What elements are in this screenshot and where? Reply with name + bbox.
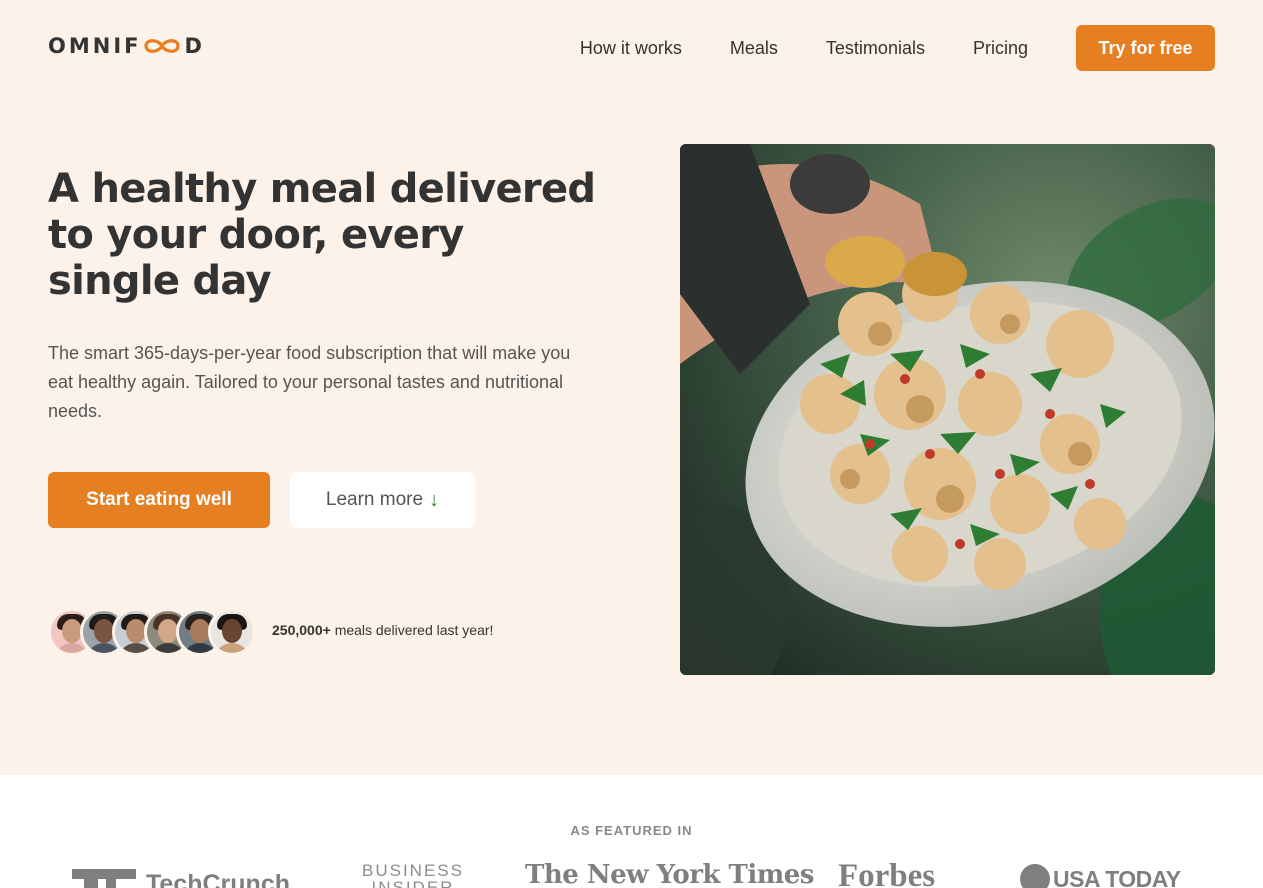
try-for-free-button[interactable]: Try for free — [1076, 25, 1215, 71]
forbes-logo: Forbes — [838, 858, 936, 888]
business-insider-line2: INSIDER — [371, 878, 455, 888]
techcrunch-logo: TechCrunch — [72, 856, 290, 888]
nav-pricing[interactable]: Pricing — [973, 38, 1028, 59]
learn-more-button[interactable]: Learn more ↓ — [290, 472, 475, 528]
featured-logos: TechCrunch BUSINESS INSIDER The New York… — [0, 856, 1263, 888]
customer-avatars — [48, 608, 256, 656]
meals-delivered-count: 250,000+ — [272, 622, 331, 638]
business-insider-logo: BUSINESS INSIDER — [362, 862, 464, 888]
arrow-down-icon: ↓ — [429, 488, 440, 511]
nav-meals[interactable]: Meals — [730, 38, 778, 59]
main-nav: How it works Meals Testimonials Pricing … — [580, 25, 1215, 71]
techcrunch-wordmark: TechCrunch — [146, 870, 290, 888]
logo-text-start: OMNIF — [48, 33, 142, 58]
meals-delivered-text: 250,000+ meals delivered last year! — [272, 622, 493, 638]
meals-delivered-label: meals delivered last year! — [334, 622, 494, 638]
usa-today-wordmark: USA TODAY — [1053, 865, 1181, 888]
nav-how-it-works[interactable]: How it works — [580, 38, 682, 59]
nyt-logo: The New York Times — [525, 860, 814, 888]
techcrunch-icon — [72, 861, 136, 888]
hero-food-image — [680, 144, 1215, 675]
hero-description: The smart 365-days-per-year food subscri… — [48, 343, 571, 421]
business-insider-line1: BUSINESS — [362, 861, 464, 880]
page: OMNIF D How it works Meals Testimonials … — [0, 0, 1263, 888]
usa-today-dot-icon — [1020, 864, 1050, 888]
logo-text-end: D — [184, 33, 205, 58]
learn-more-label: Learn more — [325, 489, 424, 510]
customer-avatar — [208, 608, 256, 656]
hero-title: A healthy meal delivered to your door, e… — [48, 166, 596, 304]
start-eating-well-button[interactable]: Start eating well — [48, 472, 270, 528]
nav-testimonials[interactable]: Testimonials — [826, 38, 925, 59]
hero-section: OMNIF D How it works Meals Testimonials … — [0, 0, 1263, 775]
featured-in-label: AS FEATURED IN — [570, 823, 693, 838]
usa-today-logo: USA TODAY — [1020, 864, 1181, 888]
header: OMNIF D How it works Meals Testimonials … — [0, 0, 1263, 96]
infinity-icon — [142, 35, 182, 57]
logo[interactable]: OMNIF D — [48, 34, 205, 58]
